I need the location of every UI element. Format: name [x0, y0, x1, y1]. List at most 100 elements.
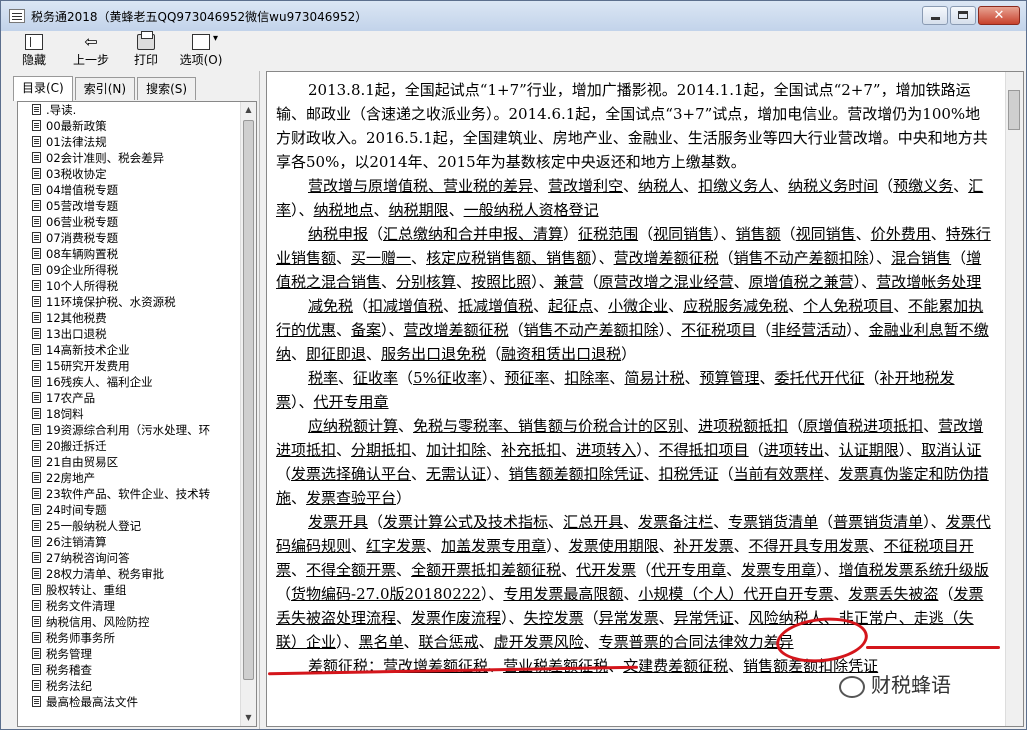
- topic-link[interactable]: 扣缴义务人: [698, 177, 773, 195]
- topic-link[interactable]: 红字发票: [366, 537, 426, 555]
- topic-link[interactable]: 发票作废流程: [411, 609, 501, 627]
- tree-item[interactable]: 00最新政策: [18, 118, 240, 134]
- tab-contents[interactable]: 目录(C): [13, 76, 73, 101]
- topic-link[interactable]: 补开发票: [674, 537, 734, 555]
- topic-link[interactable]: 混合销售: [891, 249, 951, 267]
- tree-item[interactable]: 税务稽查: [18, 662, 240, 678]
- topic-link[interactable]: 专用发票最高限额: [503, 585, 623, 603]
- topic-link[interactable]: 销售额: [736, 225, 781, 243]
- minimize-button[interactable]: [922, 6, 948, 25]
- topic-link[interactable]: 扣减增值税: [368, 297, 443, 315]
- topic-link[interactable]: 黑名单: [359, 633, 404, 651]
- tree-item[interactable]: 税务文件清理: [18, 598, 240, 614]
- topic-link[interactable]: 补充抵扣: [501, 441, 561, 459]
- tree-item[interactable]: 26注销清算: [18, 534, 240, 550]
- content-scroll-thumb[interactable]: [1008, 90, 1020, 130]
- topic-link[interactable]: 服务出口退免税: [381, 345, 486, 363]
- topic-link[interactable]: 预算管理: [699, 369, 759, 387]
- topic-link[interactable]: 进项转入: [576, 441, 636, 459]
- topic-link[interactable]: 汇总缴纳和合并申报、清算: [383, 225, 563, 243]
- tab-search[interactable]: 搜索(S): [137, 77, 197, 100]
- topic-link[interactable]: 按照比照: [471, 273, 531, 291]
- topic-link[interactable]: 非经营活动: [771, 321, 846, 339]
- tree-item[interactable]: 13出口退税: [18, 326, 240, 342]
- topic-link[interactable]: 加盖发票专用章: [441, 537, 546, 555]
- topic-link[interactable]: 征税范围: [578, 225, 638, 243]
- tree-item[interactable]: 股权转让、重组: [18, 582, 240, 598]
- tree-item[interactable]: 税务法纪: [18, 678, 240, 694]
- tree-item[interactable]: 16残疾人、福利企业: [18, 374, 240, 390]
- topic-link[interactable]: 发票使用期限: [569, 537, 659, 555]
- tree-item[interactable]: 19资源综合利用（污水处理、环: [18, 422, 240, 438]
- topic-link[interactable]: 营改增帐务处理: [876, 273, 981, 291]
- topic-link[interactable]: 异常凭证: [674, 609, 734, 627]
- title-bar[interactable]: 税务通2018（黄蜂老五QQ973046952微信wu973046952） ✕: [1, 1, 1026, 31]
- topic-link[interactable]: 无需认证: [426, 465, 486, 483]
- tree-item[interactable]: 25一般纳税人登记: [18, 518, 240, 534]
- topic-link[interactable]: 预缴义务: [893, 177, 953, 195]
- topic-link[interactable]: 营改增与原增值税、营业税的差异: [308, 177, 533, 195]
- topic-link[interactable]: 失控发票: [524, 609, 584, 627]
- topic-link[interactable]: 即征即退: [306, 345, 366, 363]
- topic-link[interactable]: 联合惩戒: [419, 633, 479, 651]
- topic-link[interactable]: 销售额差额扣除凭证: [509, 465, 644, 483]
- topic-link[interactable]: 当前有效票样: [734, 465, 824, 483]
- topic-link[interactable]: 税率: [308, 369, 338, 387]
- tab-index[interactable]: 索引(N): [74, 77, 136, 100]
- tree-item[interactable]: 05营改增专题: [18, 198, 240, 214]
- tree-item[interactable]: 02会计准则、税会差异: [18, 150, 240, 166]
- tree-item[interactable]: 14高新技术企业: [18, 342, 240, 358]
- topic-link[interactable]: 预征率: [504, 369, 549, 387]
- topic-link[interactable]: 分期抵扣: [351, 441, 411, 459]
- topic-link[interactable]: 抵减增值税: [458, 297, 533, 315]
- options-button[interactable]: 选项(O): [175, 32, 227, 70]
- topic-link[interactable]: 汇总开具: [563, 513, 623, 531]
- pane-splitter[interactable]: [259, 71, 265, 729]
- tree-item[interactable]: 15研究开发费用: [18, 358, 240, 374]
- topic-link[interactable]: 个人免税项目: [803, 297, 893, 315]
- topic-link[interactable]: 不征税项目: [681, 321, 756, 339]
- tree-item[interactable]: 01法律法规: [18, 134, 240, 150]
- hide-button[interactable]: 隐藏: [15, 32, 53, 70]
- close-button[interactable]: ✕: [978, 6, 1020, 25]
- topic-link[interactable]: 纳税申报: [308, 225, 368, 243]
- topic-link[interactable]: 发票丢失被盗: [848, 585, 938, 603]
- tree-item[interactable]: 22房地产: [18, 470, 240, 486]
- topic-link[interactable]: 加计扣除: [426, 441, 486, 459]
- topic-link[interactable]: 销售不动产差额扣除: [524, 321, 659, 339]
- topic-link[interactable]: 不得抵扣项目: [659, 441, 749, 459]
- topic-link[interactable]: 减免税: [308, 297, 353, 315]
- topic-link[interactable]: 5%征收率: [413, 369, 482, 387]
- tree-item[interactable]: 06营业税专题: [18, 214, 240, 230]
- tree-item[interactable]: 04增值税专题: [18, 182, 240, 198]
- topic-link[interactable]: 营改增利空: [548, 177, 623, 195]
- topic-link[interactable]: 融资租赁出口退税: [501, 345, 621, 363]
- topic-link[interactable]: 进项税额抵扣: [698, 417, 788, 435]
- topic-link[interactable]: 视同销售: [796, 225, 856, 243]
- topic-link[interactable]: 纳税义务时间: [788, 177, 878, 195]
- topic-link[interactable]: 简易计税: [624, 369, 684, 387]
- topic-link[interactable]: 扣税凭证: [659, 465, 719, 483]
- topic-link[interactable]: 营改增差额征税: [614, 249, 719, 267]
- topic-link[interactable]: 不得开具专用发票: [749, 537, 869, 555]
- topic-link[interactable]: 不得全额开票: [306, 561, 396, 579]
- topic-link[interactable]: 兼营: [554, 273, 584, 291]
- topic-link[interactable]: 小规模（个人）代开自开专票: [638, 585, 833, 603]
- tree-item[interactable]: .导读.: [18, 102, 240, 118]
- topic-link[interactable]: 买一赠一: [351, 249, 411, 267]
- topic-link[interactable]: 虚开发票风险: [494, 633, 584, 651]
- topic-link[interactable]: 纳税地点: [314, 201, 374, 219]
- topic-link[interactable]: 发票选择确认平台: [291, 465, 411, 483]
- content-scrollbar[interactable]: [1005, 72, 1023, 726]
- topic-link[interactable]: 小微企业: [608, 297, 668, 315]
- tree-item[interactable]: 07消费税专题: [18, 230, 240, 246]
- topic-link[interactable]: 纳税期限: [389, 201, 449, 219]
- tree-item[interactable]: 11环境保护税、水资源税: [18, 294, 240, 310]
- topic-link[interactable]: 纳税人: [638, 177, 683, 195]
- topic-link[interactable]: 价外费用: [871, 225, 931, 243]
- tree-item[interactable]: 21自由贸易区: [18, 454, 240, 470]
- tree-item[interactable]: 18饲料: [18, 406, 240, 422]
- topic-link[interactable]: 扣除率: [564, 369, 609, 387]
- topic-link[interactable]: 专票普票的合同法律效力差异: [599, 633, 794, 651]
- topic-link[interactable]: 发票专用章: [741, 561, 816, 579]
